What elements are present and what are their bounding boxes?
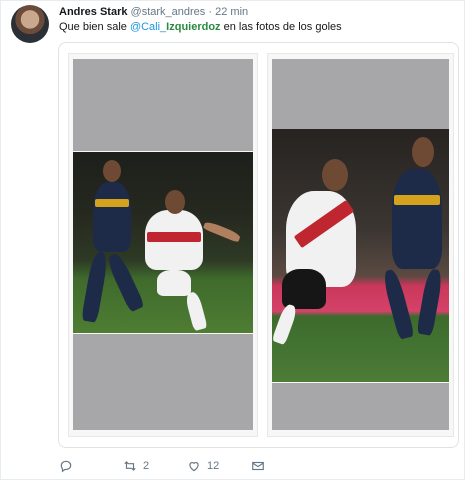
- mention-bold[interactable]: Izquierdoz: [166, 21, 220, 33]
- author-handle[interactable]: @stark_andres: [131, 6, 206, 18]
- author-name[interactable]: Andres Stark: [59, 6, 127, 18]
- reply-button[interactable]: [59, 459, 79, 473]
- gray-placeholder-bottom-right: [272, 383, 449, 430]
- player-boca-left: [93, 182, 131, 252]
- like-button[interactable]: 12: [187, 459, 219, 473]
- separator: ·: [208, 6, 213, 18]
- reply-icon: [60, 460, 72, 473]
- tweet-header: Andres Stark @stark_andres · 22 min: [59, 5, 248, 19]
- player-tigre-shorts: [157, 270, 191, 296]
- player-boca-leg-right: [416, 268, 444, 336]
- mention-prefix[interactable]: @Cali_: [130, 21, 166, 33]
- retweet-icon: [124, 461, 136, 471]
- player-head-left: [103, 160, 121, 182]
- mention-link[interactable]: @Cali_Izquierdoz: [130, 21, 221, 33]
- retweet-button[interactable]: 2: [123, 459, 149, 473]
- player-leg-right: [105, 251, 145, 313]
- player-head-boca: [412, 137, 434, 167]
- message-icon: [252, 461, 264, 471]
- gray-placeholder-top-right: [272, 59, 449, 129]
- match-photo-right[interactable]: [272, 129, 449, 382]
- player-leg-left: [81, 251, 109, 323]
- message-button[interactable]: [251, 459, 265, 473]
- tweet-text-before: Que bien sale: [59, 21, 130, 33]
- player-tigre-leg: [184, 290, 208, 332]
- retweet-count: 2: [143, 460, 150, 472]
- gray-placeholder-bottom-left: [73, 334, 253, 430]
- player-river-leg: [272, 302, 299, 346]
- tweet: Andres Stark @stark_andres · 22 min Que …: [0, 0, 465, 480]
- media-panel-right[interactable]: [267, 53, 454, 437]
- player-tigre-arm: [202, 220, 242, 243]
- media-panel-left[interactable]: [68, 53, 258, 437]
- player-river-shorts: [282, 269, 326, 309]
- player-boca-stripe: [95, 199, 129, 207]
- player-boca-right: [392, 169, 442, 269]
- tweet-text: Que bien sale @Cali_Izquierdoz en las fo…: [59, 20, 342, 34]
- player-boca-leg-left: [381, 268, 415, 340]
- like-icon: [189, 462, 199, 472]
- avatar[interactable]: [11, 5, 49, 43]
- player-head-river: [322, 159, 348, 191]
- tweet-time[interactable]: 22 min: [215, 6, 248, 18]
- gray-placeholder-top-left: [73, 59, 253, 151]
- like-count: 12: [207, 460, 220, 472]
- media-card[interactable]: [58, 42, 459, 448]
- player-tigre-stripe: [147, 232, 201, 242]
- player-boca-right-stripe: [394, 195, 440, 205]
- player-head-right: [165, 190, 185, 214]
- match-photo-left[interactable]: [73, 152, 253, 333]
- tweet-text-after: en las fotos de los goles: [220, 21, 342, 33]
